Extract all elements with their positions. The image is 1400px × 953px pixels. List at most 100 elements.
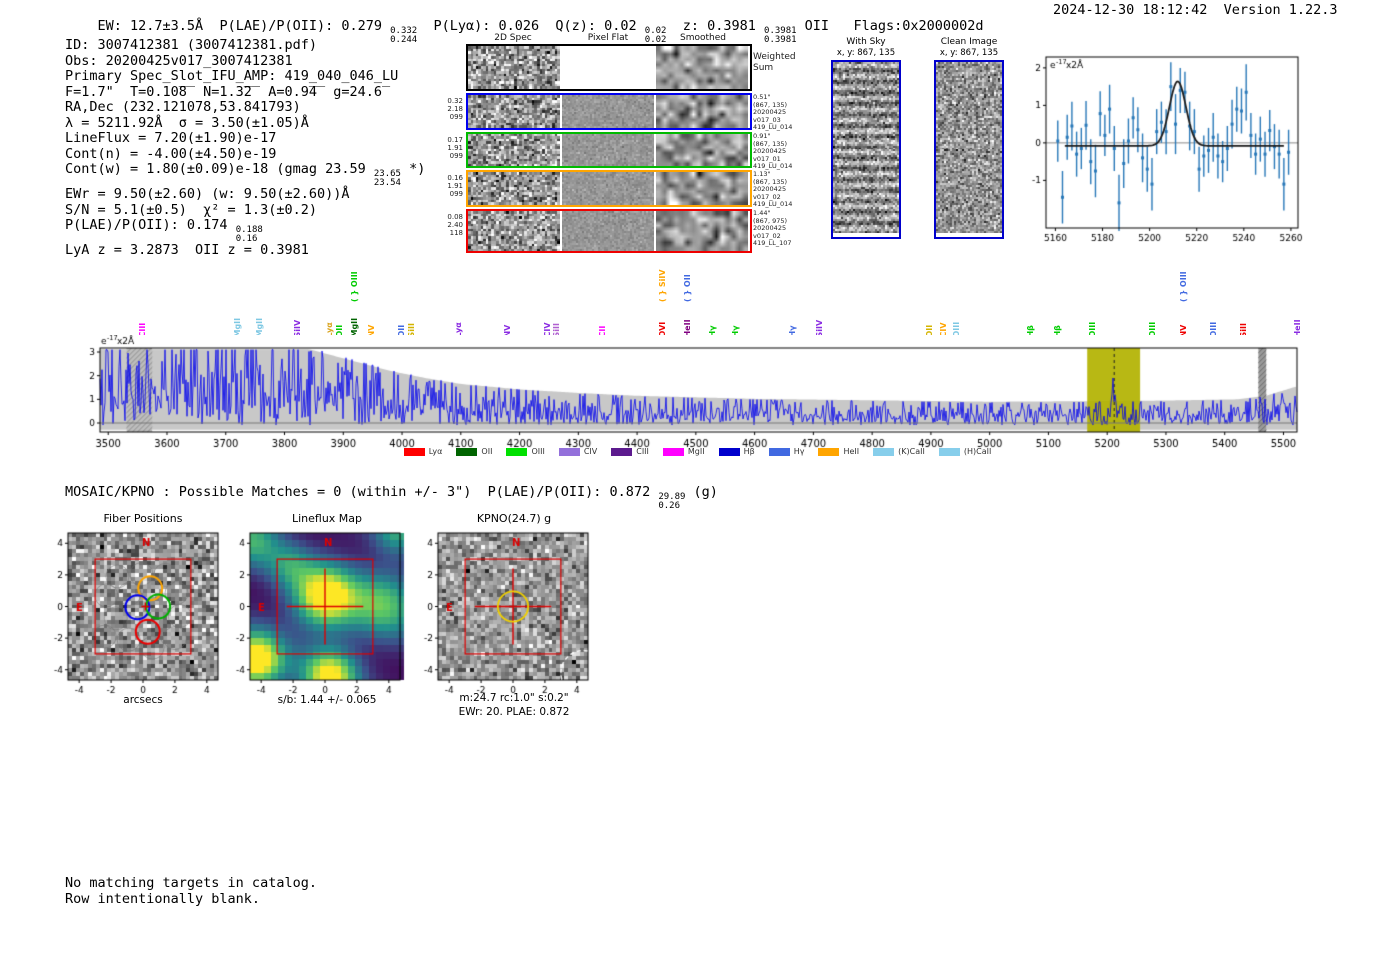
full-spectrum-plot [85,335,1310,453]
legend-item: CIII [611,447,649,456]
cutout-cell-image [468,46,560,89]
withsky-coords: x, y: 867, 135 [836,48,896,58]
cutout-cell-image [656,211,748,251]
header-z: z: 0.3981 [666,18,765,34]
legend-swatch [456,447,478,456]
legend-item: Lyα [403,447,443,456]
cutout-col-header-pixelflat: Pixel Flat [587,33,629,43]
legend-label: (K)CaII [898,447,925,456]
cutout-row [466,44,752,91]
legend-item: CIV [558,447,598,456]
fiber-positions-xlabel: arcsecs [123,694,163,706]
legend-swatch [873,447,895,456]
cutout-cell-image [562,134,654,166]
kpno-plot [416,524,602,698]
cutout-left-labels: 0.08 2.40 118 [447,213,463,237]
legend-item: OII [456,447,492,456]
cutout-cell-image [656,172,748,205]
lineflux-map-plot [228,524,414,698]
cutout-cell-image [468,172,560,205]
info-line: LyA z = 3.2873 OII z = 0.3981 [65,242,309,258]
info-line: Primary Spec_Slot_IFU_AMP: 419_040_046_L… [65,68,399,84]
info-line: F=1.7" T=0.10̅8̅ N=1.3̅2̅ A=0.9̅4̅ g=24.… [65,83,382,100]
legend-label: OIII [531,447,545,456]
footer-notes: No matching targets in catalog. Row inten… [65,875,317,907]
cutout-left-labels: 0.17 1.91 099 [447,136,463,160]
cutout-cell-image [468,95,560,128]
legend-label: HeII [843,447,860,456]
header-plae: P(LAE)/P(OII): 0.279 [219,18,391,34]
info-line: LineFlux = 7.20(±1.90)e-17 [65,130,277,146]
fiber-positions-plot [46,524,232,698]
info-line: λ = 5211.92Å σ = 3.50(±1.05)Å [65,114,309,131]
legend-item: Hγ [768,447,805,456]
info-line: Obs: 20200425v017_3007412381 [65,52,293,69]
legend-label: Hβ [743,447,755,456]
line-fit-plot [1028,50,1308,245]
legend-label: CIII [636,447,649,456]
header-timestamp-version: 2024-12-30 18:12:42 Version 1.22.3 [1053,2,1338,18]
header-plya: P(Lyα): 0.026 [417,18,556,34]
object-info-block: ID: 3007412381 (3007412381.pdf) Obs: 2020… [65,37,425,259]
legend-item: (K)CaII [873,447,925,456]
cutout-cell-image [656,46,748,89]
cleanimage-title: Clean Image [940,37,998,47]
header-z-range: 0.3981 0.3981 [764,26,797,45]
withsky-image [833,62,899,233]
cutout-row [466,209,752,253]
cutout-left-labels: 0.16 1.91 099 [447,174,463,198]
stacked-range: 0.188 0.16 [235,225,263,244]
cutout-cell-image [562,95,654,128]
info-line: S/N = 5.1(±0.5) χ² = 1.3(±0.2) [65,201,317,218]
info-line: P(LAE)/P(OII): 0.174 0.188 0.16 [65,217,263,244]
info-line: Cont(n) = -4.00(±4.50)e-19 [65,145,277,162]
legend-label: Lyα [428,447,443,456]
withsky-image-frame [831,60,901,239]
kpno-xlabel-2: EWr: 20. PLAE: 0.872 [458,706,570,718]
spectrum-legend: Lyα OII OIII CIV CIII MgII Hβ Hγ HeII (K)CaII (H)C… [95,447,1300,456]
cutout-row [466,132,752,168]
header-qz: Q(z): 0.02 [555,18,645,34]
spectral-line-label: ( } SiIV [658,269,667,302]
legend-swatch [818,447,840,456]
legend-swatch [558,447,580,456]
cutout-right-labels: Weighted Sum [753,52,796,73]
legend-item: OIII [506,447,545,456]
header-ew: EW: 12.7±3.5Å [97,18,220,34]
cutout-cell-image [468,211,560,251]
legend-swatch [938,447,960,456]
legend-swatch [768,447,790,456]
elixer-report-page: EW: 12.7±3.5Å P(LAE)/P(OII): 0.279 0.332… [0,0,1400,953]
catalog-matches-line: MOSAIC/KPNO : Possible Matches = 0 (with… [65,484,718,511]
cutout-cell-image [656,134,748,166]
legend-swatch [662,447,684,456]
cutout-right-labels: 1.44" (867, 975) 20200425 v017_02 419_LL_107 [753,209,792,247]
cutout-cell-image [562,172,654,205]
cleanimage-coords: x, y: 867, 135 [939,48,999,58]
cleanimage-frame [934,60,1004,239]
cutout-left-labels: 0.32 2.18 099 [447,97,463,121]
info-line: ID: 3007412381 (3007412381.pdf) [65,37,317,53]
legend-swatch [506,447,528,456]
legend-label: (H)CaII [963,447,992,456]
legend-label: Hγ [793,447,805,456]
cutout-row [466,170,752,207]
cutout-right-labels: 0.91" (867, 135) 20200425 v017_01 419_LU_014 [753,132,793,170]
stacked-range: 29.89 0.26 [658,492,686,511]
legend-item: MgII [662,447,705,456]
info-line: EWr = 9.50(±2.60) (w: 9.50(±2.60))Å [65,186,350,202]
legend-swatch [718,447,740,456]
legend-item: Hβ [718,447,755,456]
header-flags: Flags:0x2000002d [853,18,984,34]
legend-swatch [403,447,425,456]
cutout-cell-image [562,211,654,251]
stacked-range: 23.65 23.54 [373,169,401,188]
footer-line: Row intentionally blank. [65,890,261,907]
legend-item: HeII [818,447,859,456]
cutout-right-labels: 1.13" (867, 135) 20200425 v017_02 419_LU_014 [753,170,793,208]
cutout-cell-image [562,46,654,89]
cutout-row [466,93,752,130]
footer-line: No matching targets in catalog. [65,875,317,891]
legend-item: (H)CaII [938,447,992,456]
legend-label: CIV [583,447,598,456]
